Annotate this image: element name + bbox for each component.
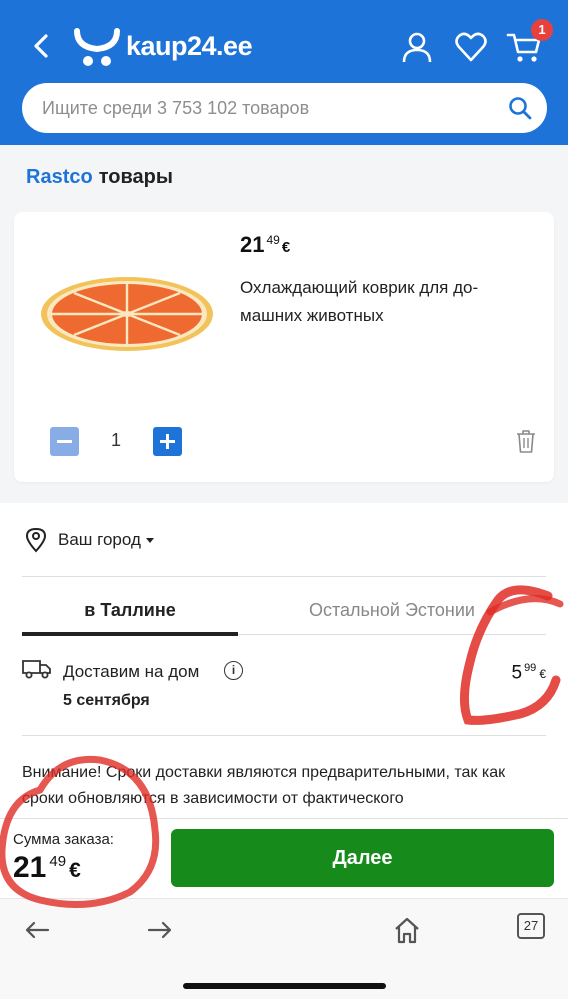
back-arrow-icon[interactable] [26,30,58,62]
city-label: Ваш город [58,530,141,549]
price-currency: € [281,239,291,256]
next-button[interactable]: Далее [171,829,554,887]
truck-icon [22,660,51,679]
product-price: 21 49 € [240,232,290,258]
delivery-price-int: 5 [511,662,523,684]
tab-rest-of-estonia[interactable]: Остальной Эстонии [238,600,546,621]
tab-tallinn[interactable]: в Таллине [22,600,238,621]
tab-divider [238,634,546,635]
delivery-date: 5 сентября [63,692,150,709]
logo[interactable]: kaup24.ee [74,24,253,68]
order-sum-int: 21 [13,851,47,884]
quantity-increase-button[interactable] [153,427,182,456]
delivery-price-cents: 99 [524,662,537,674]
search-bar [22,83,547,133]
user-icon[interactable] [400,30,434,64]
chevron-down-icon [145,537,154,543]
order-sum-label: Сумма заказа: [13,831,114,848]
heart-icon[interactable] [454,30,488,64]
price-cents: 49 [266,232,280,247]
order-sum-cents: 49 [49,853,67,870]
app-header: kaup24.ee 1 [0,0,568,145]
back-icon[interactable] [22,915,52,945]
cart-count-badge: 1 [531,19,553,41]
location-pin-icon [25,527,47,553]
logo-text: kaup24.ee [126,30,253,61]
seller-heading: Rastco товары [26,166,173,189]
product-image[interactable] [38,274,216,354]
delivery-price-currency: € [539,667,546,682]
cart-item-card: 21 49 € Охлаждающий коврик для до-машних ж… [14,212,554,482]
info-icon[interactable]: i [224,661,243,680]
search-input[interactable] [42,83,482,133]
home-indicator [183,983,386,989]
divider [22,576,546,577]
seller-link[interactable]: Rastco [26,166,93,188]
quantity-decrease-button[interactable] [50,427,79,456]
forward-icon[interactable] [145,915,175,945]
home-icon[interactable] [392,915,422,945]
product-name[interactable]: Охлаждающий коврик для до-машних животны… [240,274,530,330]
price-int: 21 [240,232,265,257]
trash-icon[interactable] [514,428,538,454]
quantity-value: 1 [110,430,121,450]
active-tab-indicator [22,632,238,636]
delivery-section: Ваш город в Таллине Остальной Эстонии До… [0,503,568,823]
order-sum-currency: € [69,859,81,882]
tabs-icon[interactable]: 27 [517,913,545,939]
delivery-notice: Внимание! Сроки доставки являются предва… [22,764,506,807]
divider [22,735,546,736]
search-icon[interactable] [507,95,533,121]
seller-suffix: товары [98,166,173,188]
order-sum-price: 21 49 € [13,851,81,885]
order-summary-bar: Сумма заказа: 21 49 € Далее [0,818,568,898]
delivery-price: 5 99 € [511,662,546,684]
delivery-method-label: Доставим на дом [63,662,200,681]
logo-icon [74,28,120,66]
city-selector[interactable]: Ваш город [24,527,154,553]
